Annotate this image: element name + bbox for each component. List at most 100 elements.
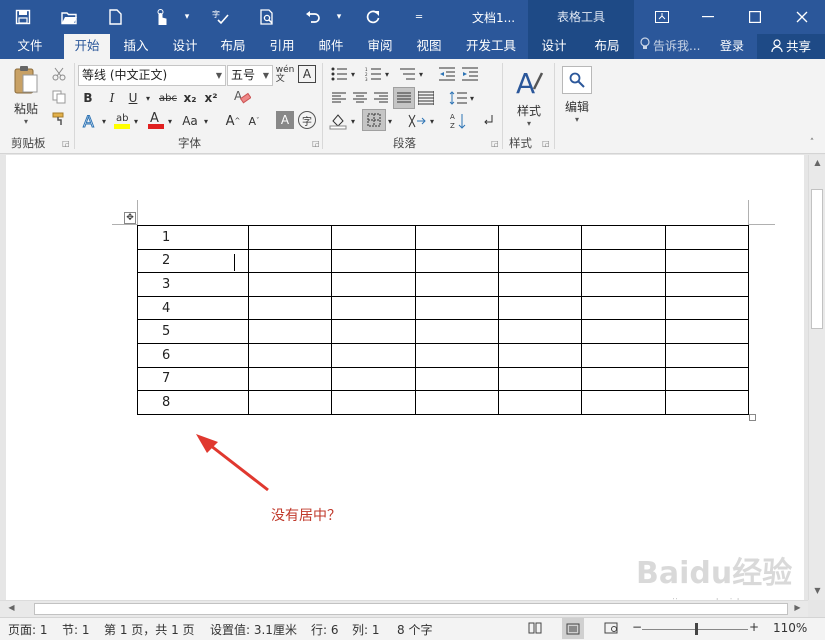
tell-me-search[interactable]: 告诉我... bbox=[640, 34, 700, 59]
table-cell[interactable] bbox=[247, 366, 333, 392]
table-cell[interactable] bbox=[664, 342, 750, 368]
align-center-icon[interactable] bbox=[351, 89, 369, 107]
table-cell[interactable] bbox=[331, 295, 416, 321]
status-page-count[interactable]: 第 1 页，共 1 页 bbox=[104, 621, 195, 638]
table-cell[interactable] bbox=[247, 295, 333, 321]
numbering-dropdown-icon[interactable]: ▾ bbox=[383, 65, 391, 83]
styles-button[interactable]: A 样式 ▾ bbox=[510, 65, 548, 129]
copy-icon[interactable] bbox=[50, 88, 68, 106]
table-cell[interactable] bbox=[331, 248, 416, 274]
table-cell[interactable] bbox=[331, 390, 416, 415]
word-table[interactable]: 12345678 bbox=[137, 225, 750, 415]
zoom-in-icon[interactable]: + bbox=[749, 620, 759, 634]
tab-table-layout[interactable]: 布局 bbox=[580, 34, 634, 59]
table-cell[interactable] bbox=[331, 342, 416, 368]
table-cell[interactable] bbox=[497, 295, 583, 321]
table-cell[interactable]: 1 bbox=[137, 225, 249, 250]
table-cell[interactable] bbox=[664, 272, 750, 297]
table-cell[interactable] bbox=[414, 295, 499, 321]
tab-view[interactable]: 视图 bbox=[407, 34, 451, 59]
table-cell[interactable] bbox=[414, 366, 499, 392]
table-cell[interactable] bbox=[331, 225, 416, 250]
font-color-icon[interactable]: A bbox=[146, 109, 166, 131]
table-cell[interactable] bbox=[497, 319, 583, 344]
table-cell[interactable] bbox=[247, 319, 333, 344]
line-spacing-dropdown-icon[interactable]: ▾ bbox=[468, 89, 476, 107]
table-cell[interactable] bbox=[497, 225, 583, 250]
sort-icon[interactable]: AZ bbox=[448, 111, 468, 131]
undo-dropdown-icon[interactable]: ▾ bbox=[332, 2, 346, 32]
vertical-scrollbar[interactable]: ▲ ▼ bbox=[808, 155, 825, 600]
decrease-indent-icon[interactable] bbox=[438, 65, 456, 83]
tab-home[interactable]: 开始 bbox=[64, 34, 110, 59]
case-dropdown-icon[interactable]: ▾ bbox=[202, 111, 210, 131]
close-icon[interactable] bbox=[782, 0, 822, 34]
share-button[interactable]: 共享 bbox=[757, 34, 825, 59]
tab-file[interactable]: 文件 bbox=[6, 34, 54, 59]
login-link[interactable]: 登录 bbox=[720, 34, 744, 59]
status-word-count[interactable]: 8 个字 bbox=[397, 621, 432, 638]
table-cell[interactable] bbox=[497, 342, 583, 368]
table-cell[interactable] bbox=[664, 366, 750, 392]
table-cell[interactable] bbox=[414, 272, 499, 297]
table-cell[interactable] bbox=[581, 225, 666, 250]
zoom-level[interactable]: 110% bbox=[773, 621, 807, 635]
text-effects-dropdown-icon[interactable]: ▾ bbox=[100, 111, 108, 131]
table-cell[interactable] bbox=[247, 248, 333, 274]
touch-mode-icon[interactable] bbox=[146, 2, 176, 32]
increase-indent-icon[interactable] bbox=[461, 65, 479, 83]
customize-qat-icon[interactable]: ═ bbox=[404, 2, 434, 32]
superscript-button[interactable]: x² bbox=[202, 89, 220, 107]
table-cell[interactable] bbox=[414, 225, 499, 250]
underline-button[interactable]: U bbox=[125, 89, 141, 107]
grow-font-icon[interactable]: A ^ bbox=[224, 111, 242, 131]
table-cell[interactable] bbox=[247, 272, 333, 297]
save-icon[interactable] bbox=[8, 2, 38, 32]
format-painter-icon[interactable] bbox=[50, 110, 68, 128]
horizontal-scrollbar[interactable]: ◀ ▶ bbox=[0, 600, 808, 617]
text-effects-icon[interactable]: A bbox=[80, 111, 100, 131]
character-border-icon[interactable]: A bbox=[298, 65, 316, 83]
maximize-icon[interactable] bbox=[735, 0, 775, 34]
table-cell[interactable] bbox=[664, 295, 750, 321]
shading-dropdown-icon[interactable]: ▾ bbox=[349, 111, 357, 131]
scroll-left-icon[interactable]: ◀ bbox=[3, 603, 20, 612]
font-launcher-icon[interactable]: ◲ bbox=[312, 139, 320, 148]
table-cell[interactable] bbox=[497, 248, 583, 274]
table-cell[interactable]: 5 bbox=[137, 319, 249, 344]
phonetic-guide-icon[interactable]: wén 文 bbox=[276, 65, 295, 85]
paragraph-launcher-icon[interactable]: ◲ bbox=[491, 139, 499, 148]
table-cell[interactable] bbox=[497, 272, 583, 297]
table-cell[interactable] bbox=[664, 225, 750, 250]
multilevel-dropdown-icon[interactable]: ▾ bbox=[417, 65, 425, 83]
bullets-icon[interactable] bbox=[330, 65, 348, 83]
align-left-icon[interactable] bbox=[330, 89, 348, 107]
status-section[interactable]: 节: 1 bbox=[62, 621, 90, 638]
tab-design[interactable]: 设计 bbox=[163, 34, 207, 59]
table-move-handle-icon[interactable]: ✥ bbox=[124, 212, 136, 224]
undo-icon[interactable] bbox=[298, 2, 328, 32]
tab-mailings[interactable]: 邮件 bbox=[309, 34, 353, 59]
table-cell[interactable] bbox=[581, 366, 666, 392]
table-cell[interactable]: 8 bbox=[137, 390, 249, 415]
table-cell[interactable] bbox=[414, 248, 499, 274]
collapse-ribbon-icon[interactable]: ˄ bbox=[805, 137, 819, 149]
table-cell[interactable] bbox=[581, 248, 666, 274]
web-layout-icon[interactable] bbox=[604, 622, 618, 637]
table-cell[interactable] bbox=[331, 319, 416, 344]
vertical-scroll-thumb[interactable] bbox=[811, 189, 823, 329]
table-cell[interactable]: 7 bbox=[137, 366, 249, 392]
justify-icon[interactable] bbox=[393, 87, 415, 109]
highlight-dropdown-icon[interactable]: ▾ bbox=[132, 111, 140, 131]
scroll-up-icon[interactable]: ▲ bbox=[809, 158, 825, 167]
tab-insert[interactable]: 插入 bbox=[114, 34, 158, 59]
table-cell[interactable] bbox=[331, 366, 416, 392]
table-cell[interactable] bbox=[581, 295, 666, 321]
italic-button[interactable]: I bbox=[104, 89, 120, 107]
scroll-right-icon[interactable]: ▶ bbox=[789, 603, 806, 612]
table-cell[interactable] bbox=[497, 390, 583, 415]
font-size-case-icon[interactable]: Aa bbox=[178, 111, 202, 131]
tab-layout[interactable]: 布局 bbox=[211, 34, 255, 59]
tab-table-design[interactable]: 设计 bbox=[528, 34, 580, 59]
subscript-button[interactable]: x₂ bbox=[181, 89, 199, 107]
